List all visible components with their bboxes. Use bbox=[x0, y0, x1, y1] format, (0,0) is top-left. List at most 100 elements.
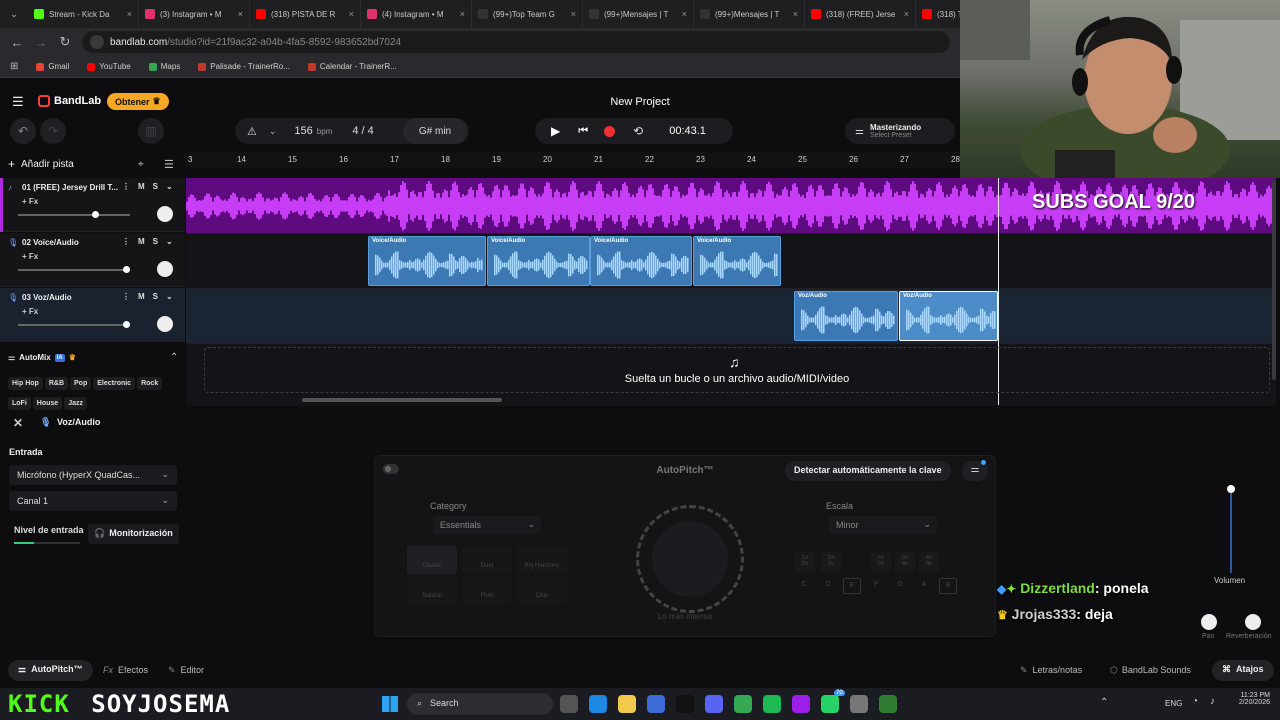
browser-tab[interactable]: (3) Instagram • M × bbox=[139, 0, 250, 28]
edge-icon[interactable] bbox=[589, 695, 607, 713]
note-key[interactable]: A bbox=[915, 578, 933, 594]
url-field[interactable]: bandlab.com/studio?id=21f9ac32-a04b-4fa5… bbox=[82, 31, 950, 53]
windows-start-icon[interactable] bbox=[382, 696, 398, 712]
time-signature[interactable]: 4 / 4 bbox=[352, 125, 373, 137]
note-key[interactable]: D bbox=[819, 578, 837, 594]
record-icon[interactable] bbox=[604, 125, 616, 137]
store-icon[interactable] bbox=[647, 695, 665, 713]
lane-track-3[interactable]: Voz/Audio Voz/Audio bbox=[186, 289, 1276, 344]
bandlab-logo[interactable]: BandLab bbox=[38, 95, 101, 107]
volume-slider[interactable] bbox=[1227, 485, 1235, 573]
track-chevron-icon[interactable]: ⌄ bbox=[166, 182, 173, 191]
tab-atajos[interactable]: ⌘ Atajos bbox=[1212, 660, 1274, 681]
tab-autopitch[interactable]: ⚌ AutoPitch™ bbox=[8, 660, 93, 681]
tab-search-chevron-icon[interactable]: ⌄ bbox=[0, 0, 28, 28]
track-options-icon[interactable]: ⋮ bbox=[122, 237, 130, 246]
track-volume-slider[interactable] bbox=[18, 266, 130, 273]
language-indicator[interactable]: ENG bbox=[1165, 699, 1182, 708]
redo-button[interactable]: ↷ bbox=[40, 118, 66, 144]
whatsapp-icon[interactable] bbox=[821, 695, 839, 713]
browser-tab[interactable]: (4) Instagram • M × bbox=[361, 0, 472, 28]
autopitch-preset[interactable]: Duet bbox=[462, 546, 512, 574]
genre-chip[interactable]: Jazz bbox=[64, 397, 87, 410]
loop-icon[interactable]: ⟲ bbox=[633, 124, 643, 138]
bookmark[interactable]: Palisade - TrainerRo... bbox=[198, 62, 290, 71]
browser-tab[interactable]: (99+)Mensajes | T × bbox=[694, 0, 805, 28]
tuning-icon[interactable]: ⌖ bbox=[138, 159, 144, 170]
track-name[interactable]: 02 Voice/Audio bbox=[22, 238, 118, 247]
add-fx-button[interactable]: + Fx bbox=[22, 252, 38, 261]
solo-button[interactable]: S bbox=[153, 182, 158, 191]
tab-close-icon[interactable]: × bbox=[682, 9, 687, 19]
site-info-icon[interactable] bbox=[90, 35, 104, 49]
obs-icon[interactable] bbox=[850, 695, 868, 713]
input-device-select[interactable]: Micrófono (HyperX QuadCas... ⌄ bbox=[9, 465, 177, 485]
browser-tab[interactable]: (99+)Mensajes | T × bbox=[583, 0, 694, 28]
tab-close-icon[interactable]: × bbox=[127, 9, 132, 19]
tab-letras[interactable]: ✎ Letras/notas bbox=[1020, 665, 1082, 676]
browser-tab[interactable]: (99+)Top Team G × bbox=[472, 0, 583, 28]
autopitch-preset[interactable]: Classic bbox=[407, 546, 457, 574]
track-header[interactable]: 🎙 02 Voice/Audio + Fx ⋮ M S ⌄ bbox=[0, 233, 185, 287]
channel-select[interactable]: Canal 1 ⌄ bbox=[9, 491, 177, 511]
chrome-icon[interactable] bbox=[734, 695, 752, 713]
monitor-button[interactable]: 🎧 Monitorización bbox=[88, 524, 179, 544]
track-chevron-icon[interactable]: ⌄ bbox=[166, 292, 173, 301]
tab-close-icon[interactable]: × bbox=[571, 9, 576, 19]
metronome-chevron-icon[interactable]: ⌄ bbox=[269, 126, 277, 137]
tiktok-icon[interactable] bbox=[676, 695, 694, 713]
note-key-sharp[interactable]: A# Bb bbox=[919, 552, 939, 572]
vertical-scrollbar[interactable] bbox=[1272, 180, 1276, 380]
audio-clip[interactable]: Voz/Audio bbox=[899, 291, 998, 341]
autopitch-preset[interactable]: Chip bbox=[517, 576, 567, 604]
volume-handle[interactable] bbox=[122, 321, 130, 328]
tab-efectos[interactable]: Fx Efectos bbox=[103, 665, 148, 675]
scale-select[interactable]: Minor ⌄ bbox=[829, 516, 937, 534]
close-icon[interactable]: ✕ bbox=[13, 416, 23, 430]
note-key-sharp[interactable]: F# Gb bbox=[871, 552, 891, 572]
back-icon[interactable]: ← bbox=[10, 35, 24, 50]
note-key-sharp[interactable]: C# Db bbox=[795, 552, 815, 572]
note-key[interactable]: C bbox=[795, 578, 813, 594]
audio-clip[interactable]: Voice/Audio bbox=[487, 236, 590, 286]
tab-sounds[interactable]: ⬡ BandLab Sounds bbox=[1110, 665, 1191, 676]
bookmark[interactable]: Maps bbox=[148, 62, 180, 71]
genre-chip[interactable]: Electronic bbox=[93, 377, 136, 390]
browser-tab[interactable]: Stream - Kick Da × bbox=[28, 0, 139, 28]
genre-chip[interactable]: Rock bbox=[137, 377, 163, 390]
mixer-settings-icon[interactable]: ☰ bbox=[164, 158, 174, 171]
track-header[interactable]: 🎙 03 Voz/Audio + Fx ⋮ M S ⌄ bbox=[0, 288, 185, 342]
bookmark[interactable]: Gmail bbox=[36, 62, 69, 71]
tab-close-icon[interactable]: × bbox=[460, 9, 465, 19]
browser-tab[interactable]: (318) (FREE) Jerse × bbox=[805, 0, 916, 28]
audio-clip[interactable]: Voz/Audio bbox=[794, 291, 898, 341]
explorer-icon[interactable] bbox=[618, 695, 636, 713]
mute-button[interactable]: M bbox=[138, 292, 145, 301]
audio-clip[interactable]: Voice/Audio bbox=[693, 236, 781, 286]
track-header[interactable]: ♪ 01 (FREE) Jersey Drill T... + Fx ⋮ M S ⌄ bbox=[0, 178, 185, 232]
genre-chip[interactable]: Hip Hop bbox=[8, 377, 43, 390]
track-pan-knob[interactable] bbox=[157, 206, 173, 222]
audio-clip[interactable]: Voice/Audio bbox=[590, 236, 692, 286]
add-track-button[interactable]: + Añadir pista bbox=[8, 157, 74, 171]
autopitch-preset[interactable]: Natural bbox=[407, 576, 457, 604]
pan-knob[interactable] bbox=[1201, 614, 1217, 630]
solo-button[interactable]: S bbox=[153, 292, 158, 301]
audio-clip[interactable]: Voice/Audio bbox=[368, 236, 486, 286]
volume-handle[interactable] bbox=[122, 266, 130, 273]
metronome-icon[interactable]: ⚠ bbox=[247, 125, 257, 138]
genre-chip[interactable]: Pop bbox=[70, 377, 92, 390]
track-options-icon[interactable]: ⋮ bbox=[122, 292, 130, 301]
forward-icon[interactable]: → bbox=[34, 35, 48, 50]
speaker-icon[interactable]: ♪ bbox=[1210, 696, 1215, 707]
track-pan-knob[interactable] bbox=[157, 261, 173, 277]
premiere-icon[interactable] bbox=[792, 695, 810, 713]
category-select[interactable]: Essentials ⌄ bbox=[433, 516, 541, 534]
track-name[interactable]: 03 Voz/Audio bbox=[22, 293, 118, 302]
taskbar-search[interactable]: ⌕ Search bbox=[407, 693, 553, 715]
terminal-icon[interactable] bbox=[879, 695, 897, 713]
task-view-icon[interactable] bbox=[560, 695, 578, 713]
undo-button[interactable]: ↶ bbox=[10, 118, 36, 144]
detect-key-button[interactable]: Detectar automáticamente la clave bbox=[785, 461, 951, 481]
genre-chip[interactable]: R&B bbox=[44, 377, 68, 390]
